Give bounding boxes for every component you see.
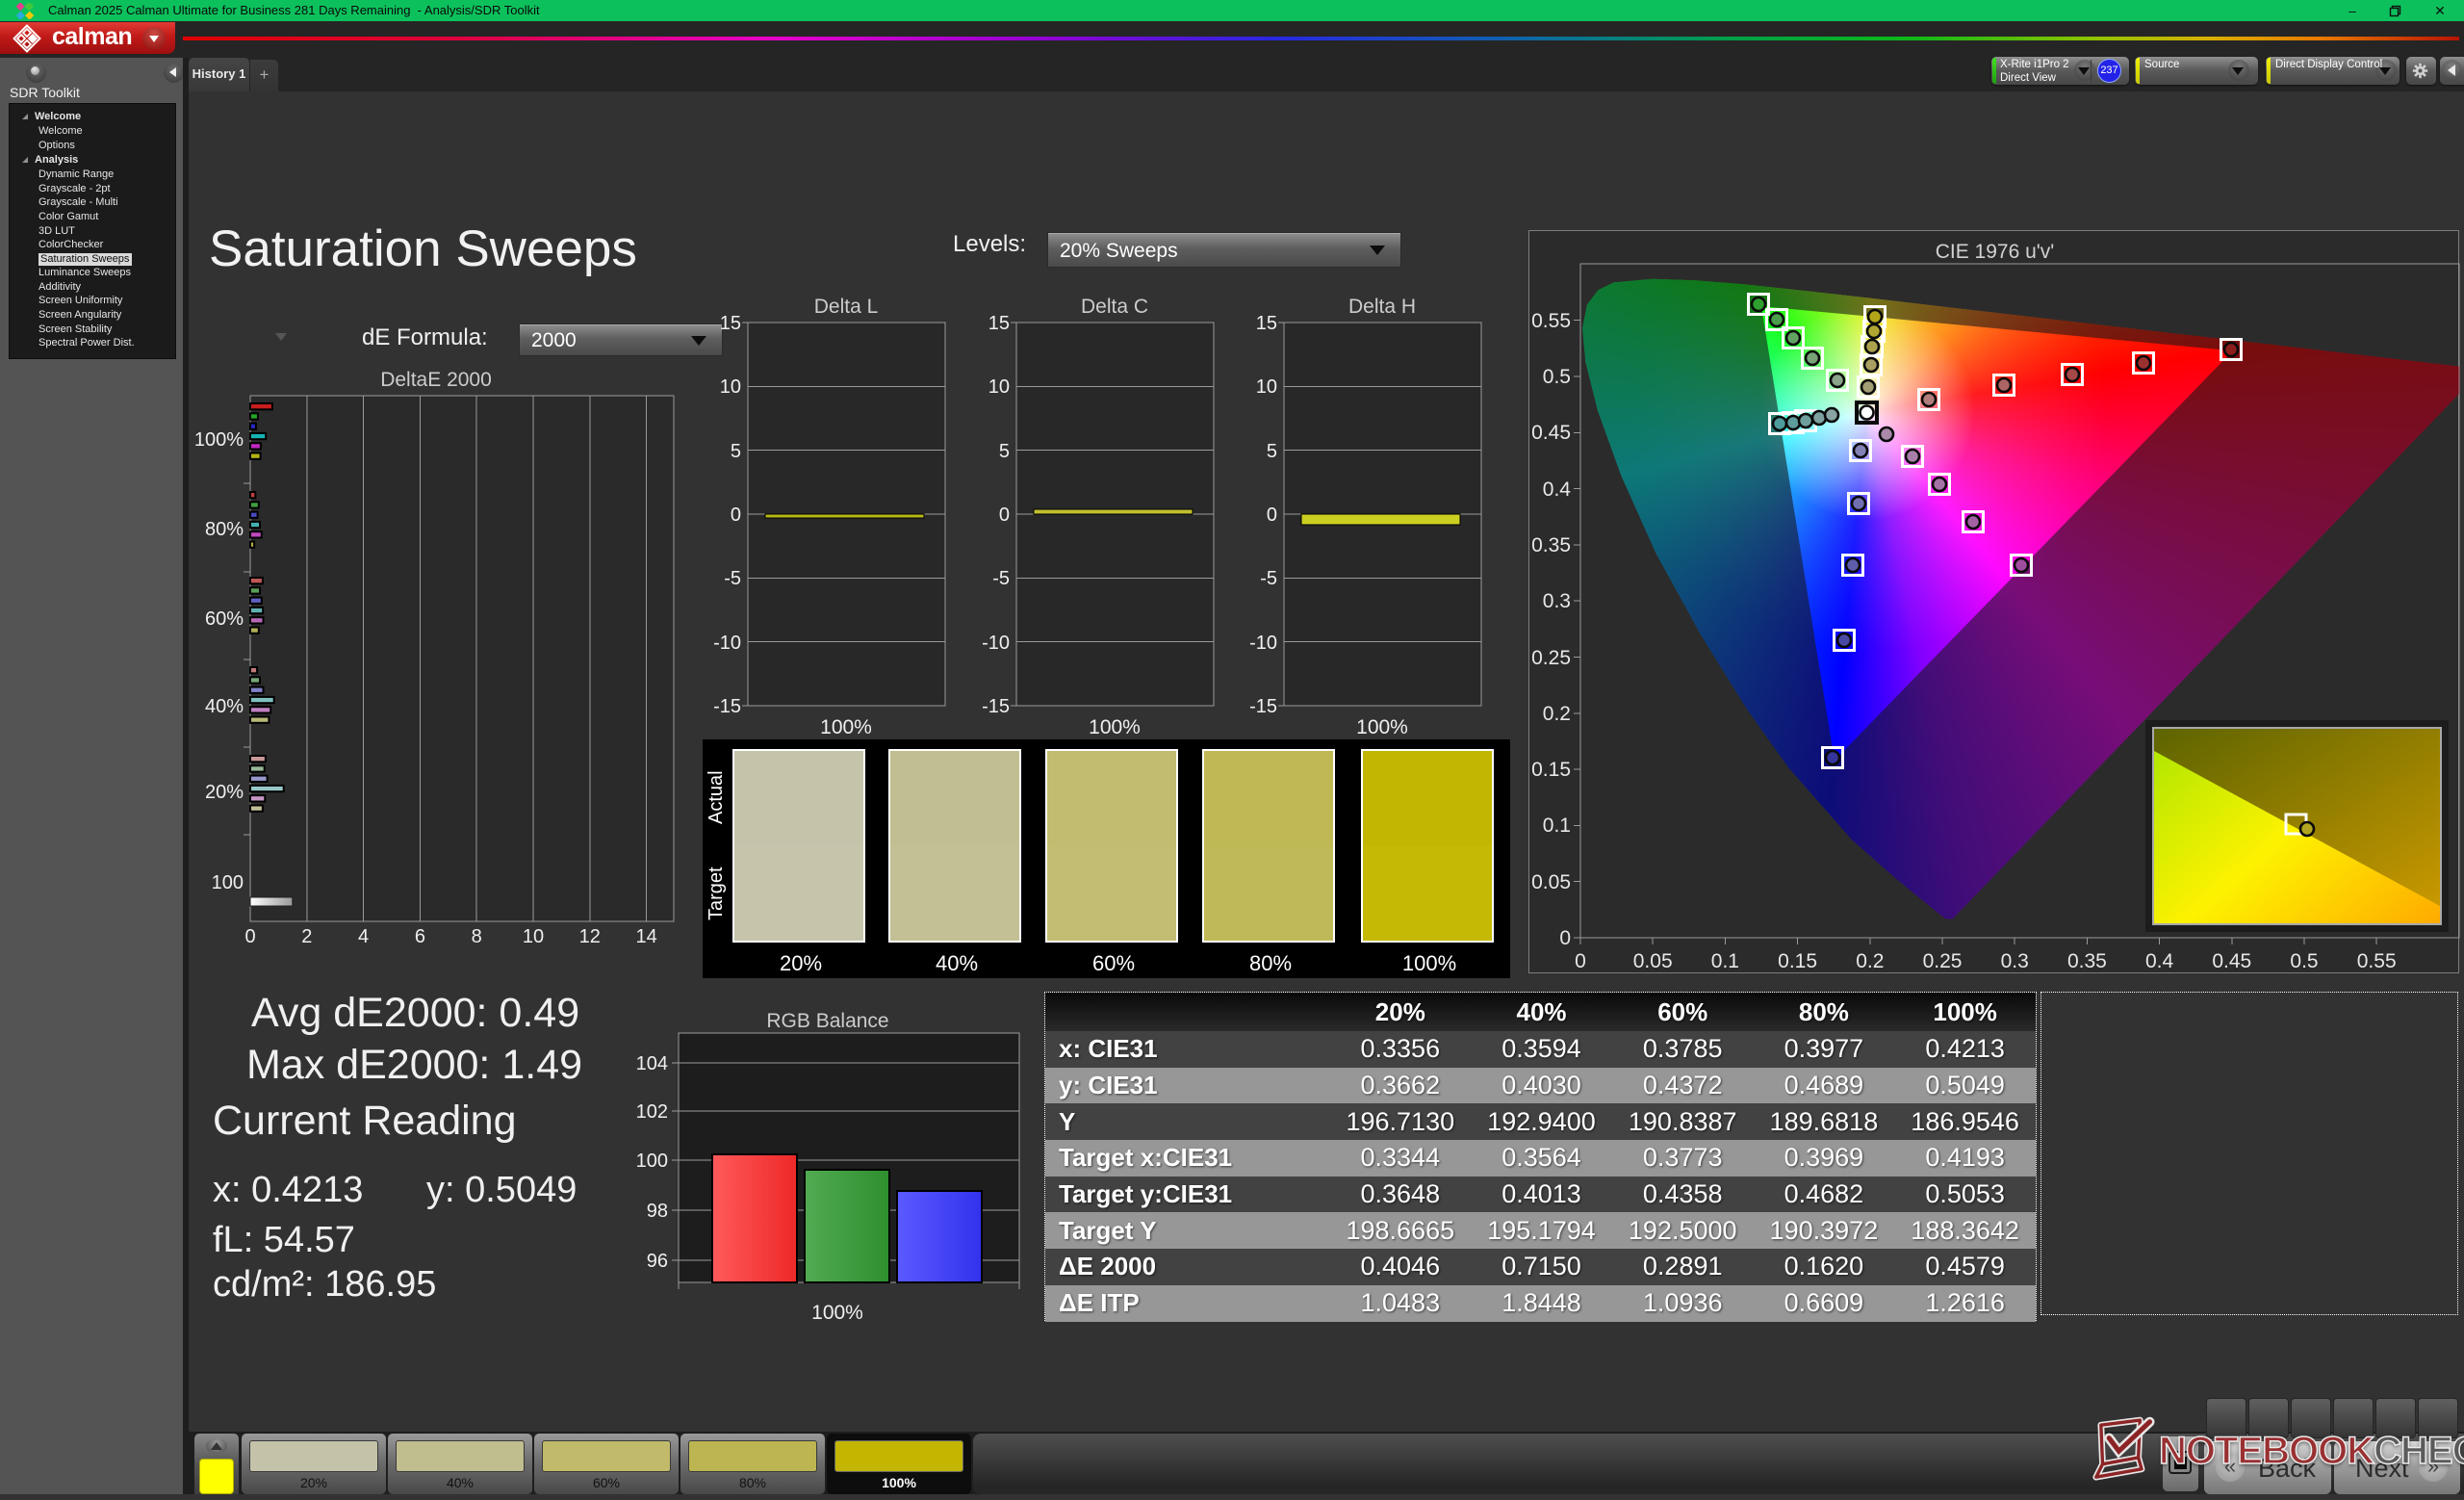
svg-text:0.3: 0.3 — [2001, 950, 2029, 972]
svg-text:14: 14 — [635, 926, 656, 947]
svg-text:96: 96 — [647, 1251, 668, 1272]
svg-text:-5: -5 — [724, 568, 741, 589]
svg-text:10: 10 — [1256, 376, 1277, 398]
svg-text:-10: -10 — [713, 633, 741, 654]
svg-text:0.4: 0.4 — [1543, 478, 1572, 501]
svg-text:80%: 80% — [205, 519, 244, 540]
svg-text:10: 10 — [720, 376, 741, 398]
svg-text:0.15: 0.15 — [1531, 759, 1571, 781]
svg-text:0.55: 0.55 — [2357, 950, 2397, 972]
svg-text:15: 15 — [720, 313, 741, 334]
svg-text:0.15: 0.15 — [1778, 950, 1817, 972]
svg-text:0.2: 0.2 — [1543, 703, 1571, 725]
svg-text:-15: -15 — [982, 696, 1010, 717]
svg-text:-10: -10 — [1249, 633, 1277, 654]
svg-text:0.05: 0.05 — [1633, 950, 1673, 972]
svg-text:5: 5 — [1267, 441, 1277, 462]
svg-text:0.3: 0.3 — [1543, 590, 1571, 612]
svg-text:100%: 100% — [811, 1302, 863, 1324]
svg-text:100%: 100% — [1089, 716, 1141, 738]
svg-text:0.45: 0.45 — [2212, 950, 2251, 972]
svg-text:0: 0 — [244, 926, 255, 947]
svg-text:0.2: 0.2 — [1856, 950, 1884, 972]
svg-text:0: 0 — [1559, 927, 1571, 949]
svg-text:15: 15 — [1256, 313, 1277, 334]
svg-text:104: 104 — [636, 1053, 668, 1074]
svg-text:Delta L: Delta L — [814, 296, 879, 318]
svg-text:0.1: 0.1 — [1543, 815, 1571, 837]
svg-text:-15: -15 — [1249, 696, 1277, 717]
svg-text:0: 0 — [1267, 504, 1277, 526]
svg-text:100%: 100% — [1356, 716, 1408, 738]
svg-text:8: 8 — [472, 926, 482, 947]
svg-text:98: 98 — [647, 1201, 668, 1222]
svg-text:100%: 100% — [820, 716, 872, 738]
svg-text:10: 10 — [988, 376, 1010, 398]
svg-text:15: 15 — [988, 313, 1010, 334]
svg-text:0.55: 0.55 — [1531, 310, 1571, 332]
svg-text:102: 102 — [636, 1101, 668, 1123]
svg-text:0.25: 0.25 — [1923, 950, 1963, 972]
svg-text:0.45: 0.45 — [1531, 422, 1571, 444]
svg-text:0.5: 0.5 — [1543, 366, 1571, 388]
svg-text:-15: -15 — [713, 696, 741, 717]
svg-text:0: 0 — [999, 504, 1010, 526]
svg-text:5: 5 — [731, 441, 741, 462]
svg-text:60%: 60% — [205, 608, 244, 630]
svg-text:0.35: 0.35 — [1531, 534, 1571, 556]
svg-text:6: 6 — [415, 926, 425, 947]
svg-text:RGB Balance: RGB Balance — [766, 1010, 888, 1032]
svg-text:Delta H: Delta H — [1348, 296, 1416, 318]
svg-text:40%: 40% — [205, 696, 244, 717]
svg-text:0: 0 — [1575, 950, 1586, 972]
svg-text:Delta C: Delta C — [1081, 296, 1148, 318]
svg-text:100: 100 — [636, 1151, 668, 1172]
svg-text:12: 12 — [579, 926, 601, 947]
svg-text:0.25: 0.25 — [1531, 647, 1571, 669]
svg-text:0.4: 0.4 — [2145, 950, 2174, 972]
svg-text:4: 4 — [358, 926, 369, 947]
svg-text:DeltaE 2000: DeltaE 2000 — [380, 369, 492, 391]
svg-text:-10: -10 — [982, 633, 1010, 654]
svg-text:0.35: 0.35 — [2067, 950, 2107, 972]
svg-text:0.05: 0.05 — [1531, 871, 1571, 893]
svg-text:20%: 20% — [205, 782, 244, 803]
svg-text:0.1: 0.1 — [1711, 950, 1739, 972]
svg-text:5: 5 — [999, 441, 1010, 462]
svg-text:0: 0 — [731, 504, 741, 526]
svg-text:-5: -5 — [992, 568, 1010, 589]
svg-text:10: 10 — [523, 926, 544, 947]
svg-text:0.5: 0.5 — [2290, 950, 2318, 972]
svg-text:2: 2 — [301, 926, 312, 947]
svg-text:100%: 100% — [194, 429, 244, 451]
svg-text:100: 100 — [212, 872, 244, 893]
svg-text:-5: -5 — [1260, 568, 1277, 589]
